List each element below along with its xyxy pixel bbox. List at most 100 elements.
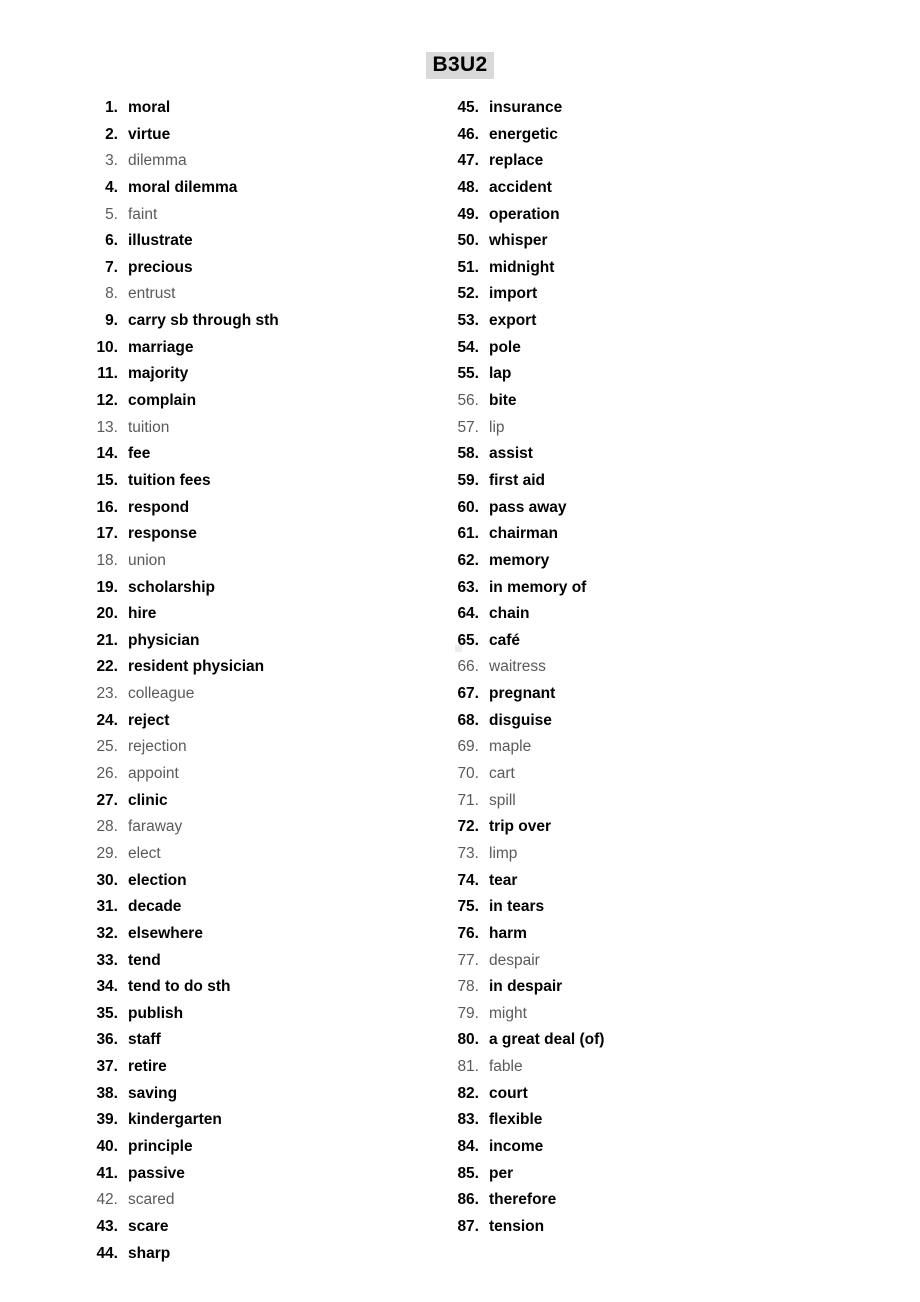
word-list-item: 47. replace bbox=[445, 148, 805, 175]
item-number: 26. bbox=[96, 765, 118, 783]
item-word: rejection bbox=[128, 738, 187, 756]
word-list-item: 38. saving bbox=[84, 1081, 434, 1108]
item-word: court bbox=[489, 1084, 528, 1102]
item-word: kindergarten bbox=[128, 1111, 222, 1129]
word-list-item: 29. elect bbox=[84, 841, 434, 868]
word-list-item: 53. export bbox=[445, 308, 805, 335]
item-word: therefore bbox=[489, 1191, 557, 1209]
word-list-item: 39. kindergarten bbox=[84, 1107, 434, 1134]
item-number: 14. bbox=[96, 445, 118, 463]
item-word: retire bbox=[128, 1058, 167, 1076]
word-list-item: 34. tend to do sth bbox=[84, 974, 434, 1001]
word-list-item: 55. lap bbox=[445, 361, 805, 388]
item-number: 40. bbox=[96, 1137, 118, 1155]
word-list-item: 19. scholarship bbox=[84, 575, 434, 602]
item-number: 53. bbox=[457, 312, 479, 330]
word-list-item: 3. dilemma bbox=[84, 148, 434, 175]
item-number: 3. bbox=[105, 152, 118, 170]
item-number: 6. bbox=[105, 232, 118, 250]
item-number: 43. bbox=[96, 1217, 118, 1235]
item-number: 22. bbox=[96, 658, 118, 676]
left-column: 1. moral 2. virtue 3. dilemma 4. moral dilemma 5… bbox=[84, 95, 434, 1267]
word-list-item: 58. assist bbox=[445, 441, 805, 468]
item-word: clinic bbox=[128, 791, 168, 809]
word-list-item: 1. moral bbox=[84, 95, 434, 122]
item-number: 87. bbox=[457, 1217, 479, 1235]
item-number: 46. bbox=[457, 125, 479, 143]
item-word: income bbox=[489, 1137, 544, 1155]
item-number: 24. bbox=[96, 711, 118, 729]
item-number: 76. bbox=[457, 924, 479, 942]
word-list-item: 70. cart bbox=[445, 761, 805, 788]
item-word: pole bbox=[489, 338, 521, 356]
item-number: 45. bbox=[457, 99, 479, 116]
word-list-item: 72. trip over bbox=[445, 814, 805, 841]
item-word: cart bbox=[489, 765, 515, 783]
item-number: 74. bbox=[457, 871, 479, 889]
word-list-item: 54. pole bbox=[445, 335, 805, 362]
item-number: 61. bbox=[457, 525, 479, 543]
word-list-item: 37. retire bbox=[84, 1054, 434, 1081]
item-number: 30. bbox=[96, 871, 118, 889]
item-number: 51. bbox=[457, 258, 479, 276]
word-list-item: 40. principle bbox=[84, 1134, 434, 1161]
item-number: 78. bbox=[457, 978, 479, 996]
item-word: pass away bbox=[489, 498, 567, 516]
item-word: reject bbox=[128, 711, 170, 729]
item-word: majority bbox=[128, 365, 189, 383]
word-list-item: 46. energetic bbox=[445, 122, 805, 149]
word-list-item: 45. insurance bbox=[445, 95, 805, 122]
word-list-item: 52. import bbox=[445, 281, 805, 308]
item-word: whisper bbox=[489, 232, 548, 250]
item-number: 62. bbox=[457, 551, 479, 569]
word-list-item: 26. appoint bbox=[84, 761, 434, 788]
item-word: pregnant bbox=[489, 685, 556, 703]
word-list-item: 12. complain bbox=[84, 388, 434, 415]
item-number: 15. bbox=[96, 471, 118, 489]
word-list-item: 42. scared bbox=[84, 1187, 434, 1214]
item-word: bite bbox=[489, 392, 517, 410]
word-list-item: 69. maple bbox=[445, 734, 805, 761]
item-word: sharp bbox=[128, 1244, 171, 1262]
word-list-item: 49. operation bbox=[445, 202, 805, 229]
word-list-item: 11. majority bbox=[84, 361, 434, 388]
item-number: 36. bbox=[96, 1031, 118, 1049]
item-word: faint bbox=[128, 205, 158, 223]
word-list-item: 44. sharp bbox=[84, 1241, 434, 1268]
item-number: 31. bbox=[96, 898, 118, 916]
item-word: insurance bbox=[489, 99, 563, 116]
right-column: 45. insurance 46. energetic 47. replace 48. acc… bbox=[445, 95, 805, 1241]
item-number: 11. bbox=[97, 365, 118, 383]
word-list-item: 86. therefore bbox=[445, 1187, 805, 1214]
word-list-item: 21. physician bbox=[84, 628, 434, 655]
item-number: 4. bbox=[105, 178, 118, 196]
item-number: 58. bbox=[457, 445, 479, 463]
word-list-item: 73. limp bbox=[445, 841, 805, 868]
word-list-item: 17. response bbox=[84, 521, 434, 548]
item-number: 52. bbox=[457, 285, 479, 303]
word-list-item: 79. might bbox=[445, 1001, 805, 1028]
item-word: entrust bbox=[128, 285, 176, 303]
word-list-item: 87. tension bbox=[445, 1214, 805, 1241]
item-number: 28. bbox=[96, 818, 118, 836]
word-list-item: 30. election bbox=[84, 868, 434, 895]
word-list-item: 62. memory bbox=[445, 548, 805, 575]
word-list-item: 77. despair bbox=[445, 948, 805, 975]
item-number: 81. bbox=[457, 1058, 479, 1076]
word-list-item: 50. whisper bbox=[445, 228, 805, 255]
item-word: replace bbox=[489, 152, 544, 170]
word-list-item: 71. spill bbox=[445, 788, 805, 815]
word-list-item: 80. a great deal (of) bbox=[445, 1027, 805, 1054]
item-word: assist bbox=[489, 445, 533, 463]
item-word: operation bbox=[489, 205, 560, 223]
item-word: tend to do sth bbox=[128, 978, 231, 996]
item-word: respond bbox=[128, 498, 190, 516]
word-list-item: 36. staff bbox=[84, 1027, 434, 1054]
item-word: chairman bbox=[489, 525, 558, 543]
item-number: 20. bbox=[96, 605, 118, 623]
item-number: 73. bbox=[457, 844, 479, 862]
item-number: 10. bbox=[96, 338, 118, 356]
word-list-item: 20. hire bbox=[84, 601, 434, 628]
word-list-item: 59. first aid bbox=[445, 468, 805, 495]
word-list-item: 74. tear bbox=[445, 868, 805, 895]
